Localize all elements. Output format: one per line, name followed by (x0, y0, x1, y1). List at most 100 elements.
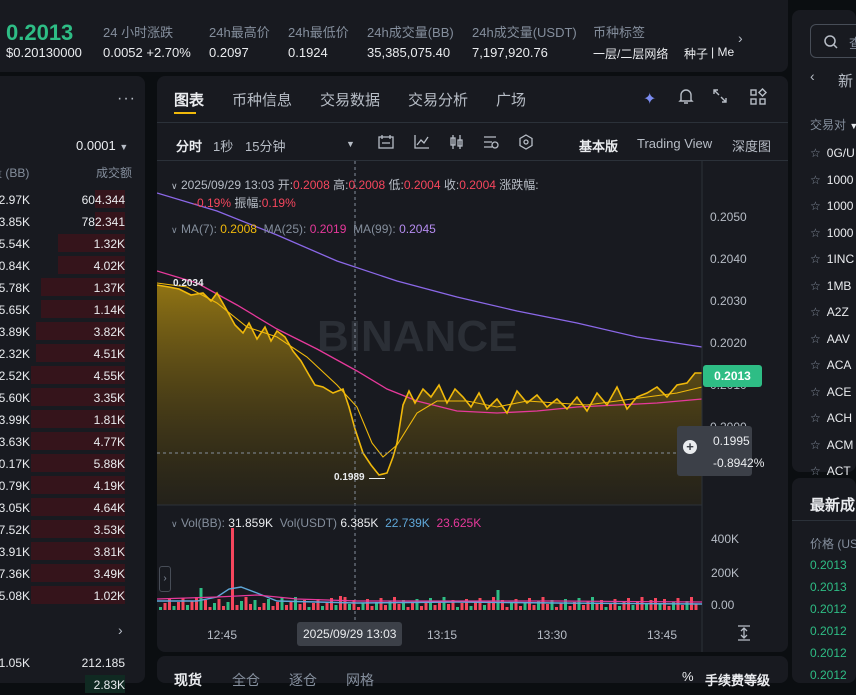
fullscreen-icon[interactable] (712, 88, 728, 109)
star-icon[interactable]: ☆ (810, 199, 821, 213)
ask-row[interactable]: 0.17K 5.88K (0, 452, 135, 474)
volume-bar (478, 598, 482, 610)
ask-amount: 5.54K (0, 237, 30, 251)
sparkle-icon[interactable]: ✦ (643, 89, 656, 109)
view-basic[interactable]: 基本版 (579, 136, 618, 155)
ask-row[interactable]: 3.91K 3.81K (0, 540, 135, 562)
star-icon[interactable]: ☆ (810, 226, 821, 240)
tag-seed[interactable]: 种子 (684, 45, 708, 62)
chevron-right-icon[interactable]: › (738, 30, 743, 46)
tab-chart[interactable]: 图表 (174, 89, 204, 110)
tab-coin-info[interactable]: 币种信息 (232, 89, 292, 110)
chevron-left-icon[interactable]: ‹ (810, 68, 815, 84)
tab-cross[interactable]: 全仓 (232, 670, 260, 690)
ask-row[interactable]: 5.08K 1.02K (0, 584, 135, 606)
search-input[interactable]: 查 (810, 24, 856, 58)
tab-grid[interactable]: 网格 (346, 670, 374, 690)
star-icon[interactable]: ☆ (810, 332, 821, 346)
ask-row[interactable]: 5.78K 1.37K (0, 276, 135, 298)
axis-reset-icon[interactable] (737, 625, 751, 646)
ask-row[interactable]: 3.85K 782.341 (0, 210, 135, 232)
symbol-row[interactable]: ☆ 1INC (810, 252, 854, 266)
star-icon[interactable]: ☆ (810, 146, 821, 160)
star-icon[interactable]: ☆ (810, 358, 821, 372)
star-icon[interactable]: ☆ (810, 385, 821, 399)
symbol-row[interactable]: ☆ ACE (810, 385, 851, 399)
symbol-row[interactable]: ☆ ACM (810, 438, 853, 452)
ask-row[interactable]: 5.60K 3.35K (0, 386, 135, 408)
ask-row[interactable]: 0.84K 4.02K (0, 254, 135, 276)
tab-square[interactable]: 广场 (496, 89, 526, 110)
precision-select[interactable]: 0.0001 ▼ (76, 138, 128, 153)
chevron-right-icon[interactable]: › (118, 622, 123, 638)
symbol-row[interactable]: ☆ A2Z (810, 305, 849, 319)
ask-row[interactable]: 5.65K 1.14K (0, 298, 135, 320)
view-depth[interactable]: 深度图 (732, 136, 771, 155)
interval-dropdown-icon[interactable]: ▼ (346, 139, 355, 149)
star-icon[interactable]: ☆ (810, 279, 821, 293)
pair-header[interactable]: 交易对 ▼ (810, 116, 856, 133)
interval-1s[interactable]: 1秒 (213, 136, 233, 155)
hexagon-settings-icon[interactable] (518, 134, 534, 153)
collapse-icon[interactable]: ∨ (171, 519, 178, 529)
ask-row[interactable]: 7.36K 3.49K (0, 562, 135, 584)
star-icon[interactable]: ☆ (810, 464, 821, 478)
more-dots-icon[interactable]: ··· (117, 90, 136, 108)
ask-row[interactable]: 3.89K 3.82K (0, 320, 135, 342)
fee-level-link[interactable]: 手续费等级 (705, 670, 770, 689)
symbol-row[interactable]: ☆ ACH (810, 411, 852, 425)
symbol-row[interactable]: ☆ 1000 (810, 199, 853, 213)
cursor-pct: -0.8942% (713, 456, 765, 470)
ask-row[interactable]: 5.54K 1.32K (0, 232, 135, 254)
cursor-price-box: + 0.1995 -0.8942% (677, 426, 764, 476)
star-icon[interactable]: ☆ (810, 438, 821, 452)
symbol-row[interactable]: ☆ ACA (810, 358, 851, 372)
tab-trading-data[interactable]: 交易数据 (320, 89, 380, 110)
symbol-row[interactable]: ☆ AAV (810, 332, 850, 346)
volume-bar (244, 597, 248, 610)
expand-left-icon[interactable]: › (159, 566, 171, 592)
ohlc-change: -0.19% (193, 196, 232, 210)
ask-row[interactable]: 0.79K 4.19K (0, 474, 135, 496)
interval-15m[interactable]: 15分钟 (245, 136, 285, 155)
symbol-row[interactable]: ☆ ACT (810, 464, 851, 478)
volume-bar (528, 598, 531, 610)
star-icon[interactable]: ☆ (810, 411, 821, 425)
view-tradingview[interactable]: Trading View (637, 136, 712, 151)
candle-icon[interactable] (448, 134, 466, 153)
collapse-icon[interactable]: ∨ (171, 225, 178, 235)
ask-row[interactable]: 3.05K 4.64K (0, 496, 135, 518)
star-icon[interactable]: ☆ (810, 173, 821, 187)
ask-row[interactable]: 2.32K 4.51K (0, 342, 135, 364)
tab-new[interactable]: 新 (838, 70, 853, 91)
symbol-row[interactable]: ☆ 1MB (810, 279, 851, 293)
interval-timeline[interactable]: 分时 (176, 136, 202, 155)
bid-row[interactable]: 2.83K (0, 673, 135, 695)
volume-bar (424, 602, 428, 610)
percent-icon[interactable]: % (682, 669, 694, 684)
indicator-calendar-icon[interactable] (377, 134, 395, 153)
bell-icon[interactable] (678, 88, 694, 110)
symbol-row[interactable]: ☆ 1000 (810, 173, 853, 187)
ask-row[interactable]: 3.99K 1.81K (0, 408, 135, 430)
symbol-row[interactable]: ☆ 0G/U (810, 146, 855, 160)
layout-grid-icon[interactable] (749, 87, 768, 111)
ask-row[interactable]: 2.97K 604.344 (0, 188, 135, 210)
ask-row[interactable]: 7.52K 3.53K (0, 518, 135, 540)
line-chart-icon[interactable] (413, 134, 431, 153)
symbol-row[interactable]: ☆ 1000 (810, 226, 853, 240)
bid-row[interactable]: 1.05K 212.185 (0, 651, 135, 673)
sort-icon: ▼ (849, 121, 856, 131)
settings-list-icon[interactable] (482, 134, 500, 153)
star-icon[interactable]: ☆ (810, 252, 821, 266)
tag-layer[interactable]: 一层/二层网络 (593, 45, 668, 62)
star-icon[interactable]: ☆ (810, 305, 821, 319)
tab-isolated[interactable]: 逐仓 (289, 670, 317, 690)
plus-circle-icon[interactable]: + (683, 440, 697, 454)
tag-more[interactable]: | Me (711, 45, 734, 59)
ask-row[interactable]: 2.52K 4.55K (0, 364, 135, 386)
collapse-icon[interactable]: ∨ (171, 181, 178, 191)
ask-row[interactable]: 3.63K 4.77K (0, 430, 135, 452)
tab-spot[interactable]: 现货 (174, 670, 202, 690)
tab-trade-analysis[interactable]: 交易分析 (408, 89, 468, 110)
